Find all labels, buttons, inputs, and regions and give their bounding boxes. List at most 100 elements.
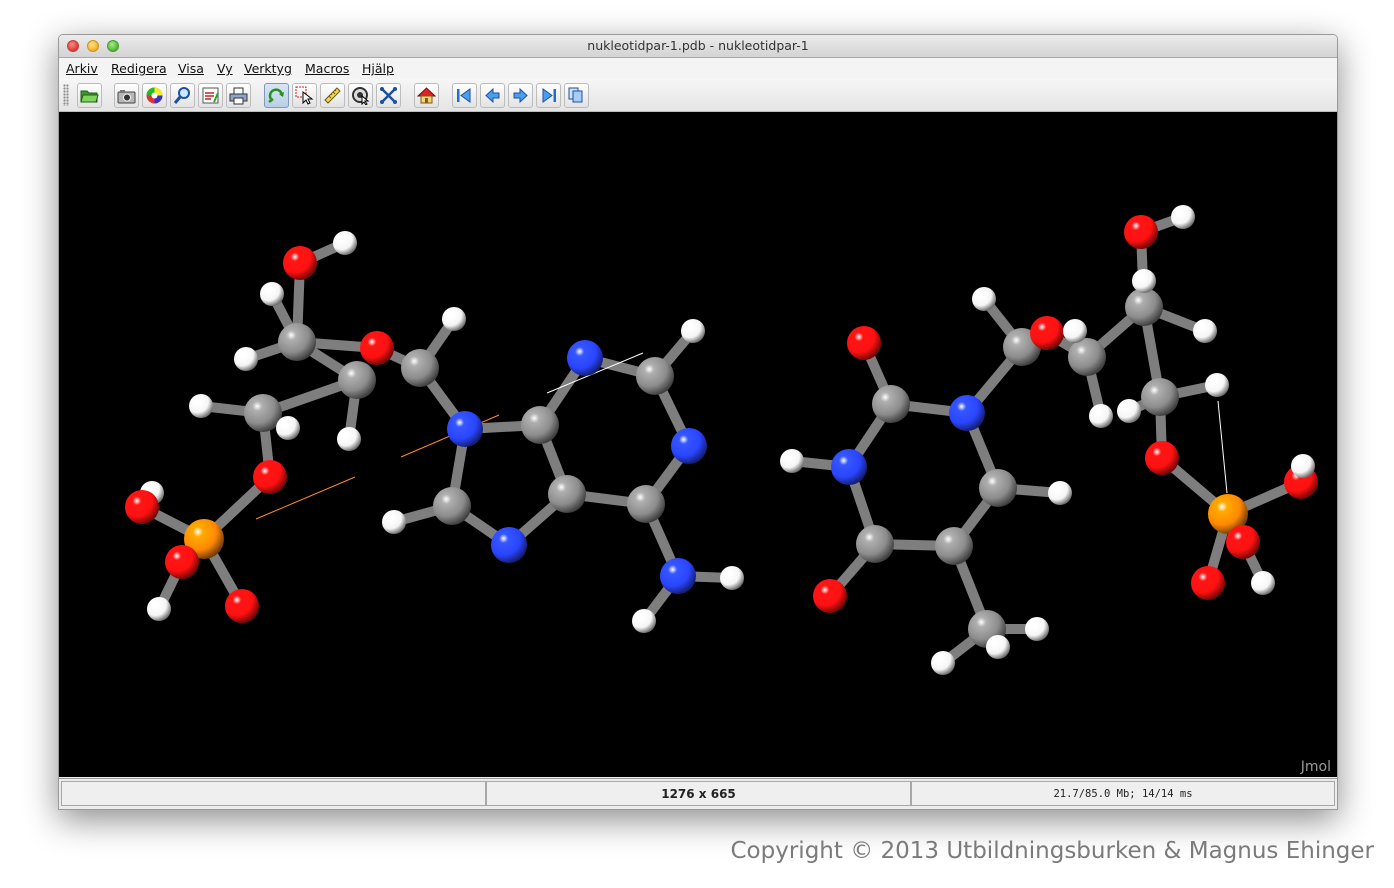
atom-h[interactable] — [1171, 205, 1195, 229]
atom-h[interactable] — [333, 231, 357, 255]
menu-verktyg[interactable]: Verktyg — [244, 61, 292, 76]
atom-o[interactable] — [360, 331, 394, 365]
atom-n[interactable] — [491, 527, 527, 563]
open-folder-icon — [80, 90, 99, 103]
atom-o[interactable] — [847, 326, 881, 360]
toolbar-grip[interactable] — [63, 84, 69, 106]
atom-h[interactable] — [382, 510, 406, 534]
atom-h[interactable] — [234, 347, 258, 371]
atom-o[interactable] — [125, 490, 159, 524]
menu-vy[interactable]: Vy — [217, 61, 233, 76]
atom-h[interactable] — [1193, 319, 1217, 343]
atom-h[interactable] — [720, 566, 744, 590]
home-icon — [417, 87, 436, 104]
select-mode-button[interactable] — [292, 83, 317, 108]
menu-visa[interactable]: Visa — [178, 61, 204, 76]
measure-button[interactable] — [320, 83, 345, 108]
atom-o[interactable] — [813, 579, 847, 613]
atom-o[interactable] — [225, 589, 259, 623]
all-frames-button[interactable] — [564, 83, 589, 108]
script-editor-button[interactable] — [198, 83, 223, 108]
atom-c[interactable] — [401, 349, 439, 387]
atom-c[interactable] — [1125, 288, 1163, 326]
move-atoms-icon — [380, 87, 397, 104]
molecule-viewer[interactable]: Jmol — [59, 112, 1337, 777]
atom-c[interactable] — [1141, 378, 1179, 416]
ruler-icon — [324, 87, 341, 104]
atom-h[interactable] — [260, 282, 284, 306]
atom-h[interactable] — [1205, 373, 1229, 397]
atom-o[interactable] — [1145, 441, 1179, 475]
menu-redigera[interactable]: Redigera — [111, 61, 167, 76]
atom-o[interactable] — [165, 545, 199, 579]
atom-h[interactable] — [189, 394, 213, 418]
atom-h[interactable] — [442, 307, 466, 331]
pick-center-button[interactable] — [348, 83, 373, 108]
atom-h[interactable] — [1117, 399, 1141, 423]
atom-c[interactable] — [872, 385, 910, 423]
atom-n[interactable] — [831, 449, 867, 485]
atom-h[interactable] — [780, 449, 804, 473]
atom-h[interactable] — [1025, 617, 1049, 641]
atom-c[interactable] — [856, 525, 894, 563]
last-frame-icon — [542, 88, 556, 103]
move-atoms-button[interactable] — [376, 83, 401, 108]
atom-n[interactable] — [949, 395, 985, 431]
atom-h[interactable] — [986, 635, 1010, 659]
molecule-canvas[interactable] — [59, 112, 1337, 777]
jmol-watermark: Jmol — [1300, 759, 1331, 775]
atom-c[interactable] — [548, 475, 586, 513]
atom-c[interactable] — [1068, 338, 1106, 376]
previous-frame-button[interactable] — [480, 83, 505, 108]
title-bar[interactable]: nukleotidpar-1.pdb - nukleotidpar-1 — [59, 35, 1337, 58]
atom-c[interactable] — [979, 469, 1017, 507]
atom-n[interactable] — [447, 411, 483, 447]
home-view-button[interactable] — [414, 83, 439, 108]
atom-h[interactable] — [632, 609, 656, 633]
atom-c[interactable] — [338, 361, 376, 399]
atom-h[interactable] — [931, 651, 955, 675]
first-frame-button[interactable] — [452, 83, 477, 108]
color-scheme-button[interactable] — [142, 83, 167, 108]
rotate-mode-button[interactable] — [264, 83, 289, 108]
atom-h[interactable] — [1251, 571, 1275, 595]
atom-o[interactable] — [1226, 525, 1260, 559]
next-frame-button[interactable] — [508, 83, 533, 108]
atom-c[interactable] — [433, 487, 471, 525]
atom-h[interactable] — [972, 287, 996, 311]
camera-icon — [117, 89, 136, 103]
menu-hjalp[interactable]: Hjälp — [362, 61, 394, 76]
atom-o[interactable] — [1191, 566, 1225, 600]
atom-c[interactable] — [521, 406, 559, 444]
atom-h[interactable] — [276, 416, 300, 440]
atom-h[interactable] — [1048, 481, 1072, 505]
atom-n[interactable] — [567, 340, 603, 376]
status-memory: 21.7/85.0 Mb; 14/14 ms — [911, 781, 1335, 806]
atom-c[interactable] — [636, 357, 674, 395]
atom-n[interactable] — [671, 428, 707, 464]
first-frame-icon — [457, 88, 471, 103]
print-button[interactable] — [226, 83, 251, 108]
atom-o[interactable] — [253, 460, 287, 494]
screenshot-button[interactable] — [114, 83, 139, 108]
atom-c[interactable] — [627, 485, 665, 523]
menu-arkiv[interactable]: Arkiv — [66, 61, 98, 76]
atom-h[interactable] — [1089, 404, 1113, 428]
window-title: nukleotidpar-1.pdb - nukleotidpar-1 — [587, 38, 809, 53]
atom-h[interactable] — [337, 427, 361, 451]
last-frame-button[interactable] — [536, 83, 561, 108]
atom-h[interactable] — [681, 319, 705, 343]
menu-macros[interactable]: Macros — [305, 61, 349, 76]
atom-o[interactable] — [1124, 215, 1158, 249]
atom-c[interactable] — [935, 527, 973, 565]
atom-h[interactable] — [147, 597, 171, 621]
atom-h[interactable] — [1132, 269, 1156, 293]
atom-o[interactable] — [1030, 316, 1064, 350]
search-button[interactable] — [170, 83, 195, 108]
atom-h[interactable] — [1291, 454, 1315, 478]
atom-c[interactable] — [278, 323, 316, 361]
atom-h[interactable] — [1063, 319, 1087, 343]
atom-o[interactable] — [283, 246, 317, 280]
atom-n[interactable] — [660, 558, 696, 594]
open-file-button[interactable] — [77, 83, 102, 108]
